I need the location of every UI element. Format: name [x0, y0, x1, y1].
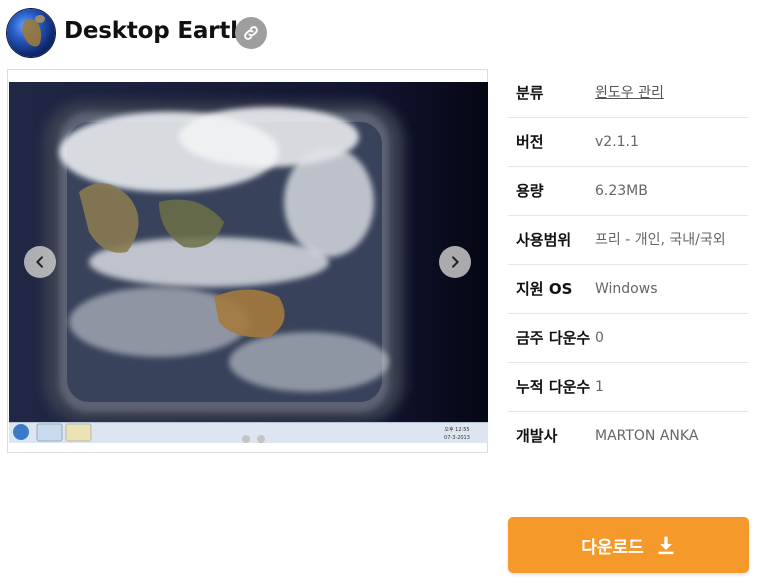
- info-row-total-downloads: 누적 다운수 1: [508, 363, 748, 412]
- info-label: 누적 다운수: [516, 378, 591, 396]
- screenshot-image: 오후 12:55 07-3-2013: [9, 82, 488, 443]
- info-value: MARTON ANKA: [595, 428, 699, 444]
- carousel-dots: [242, 435, 265, 443]
- info-value: 프리 - 개인, 국내/국외: [595, 232, 726, 248]
- carousel-prev-button[interactable]: [24, 246, 56, 278]
- app-title: Desktop Earth: [64, 18, 247, 44]
- category-link[interactable]: 윈도우 관리: [595, 81, 748, 105]
- info-row-size: 용량 6.23MB: [508, 167, 748, 216]
- download-label: 다운로드: [581, 537, 644, 558]
- info-row-weekly-downloads: 금주 다운수 0: [508, 314, 748, 363]
- carousel-dot-2[interactable]: [257, 435, 265, 443]
- chevron-right-icon: [452, 256, 459, 268]
- info-row-license: 사용범위 프리 - 개인, 국내/국외: [508, 216, 748, 265]
- info-row-developer: 개발사 MARTON ANKA: [508, 412, 748, 460]
- info-value: 1: [595, 379, 604, 395]
- taskbar-clock-time: 오후 12:55: [444, 427, 469, 433]
- info-row-version: 버전 v2.1.1: [508, 118, 748, 167]
- app-logo: [7, 9, 55, 57]
- chevron-left-icon: [36, 256, 43, 268]
- link-icon: [244, 26, 258, 40]
- download-button[interactable]: 다운로드: [508, 517, 749, 573]
- taskbar-clock-date: 07-3-2013: [444, 435, 470, 441]
- info-label: 사용범위: [516, 231, 572, 249]
- info-row-os: 지원 OS Windows: [508, 265, 748, 314]
- info-label: 개발사: [516, 427, 558, 445]
- info-value: 0: [595, 330, 604, 346]
- info-label: 버전: [516, 133, 544, 151]
- carousel-dot-1[interactable]: [242, 435, 250, 443]
- info-label: 금주 다운수: [516, 329, 591, 347]
- carousel-next-button[interactable]: [439, 246, 471, 278]
- app-info-table: 분류 윈도우 관리 버전 v2.1.1 용량 6.23MB 사용범위 프리 - …: [508, 69, 748, 460]
- info-label: 분류: [516, 84, 544, 102]
- screenshot-carousel: 오후 12:55 07-3-2013: [7, 69, 488, 453]
- info-label: 지원 OS: [516, 280, 573, 298]
- share-link-button[interactable]: [235, 17, 267, 49]
- info-row-category: 분류 윈도우 관리: [508, 69, 748, 118]
- info-value: v2.1.1: [595, 134, 639, 150]
- info-value: Windows: [595, 281, 658, 297]
- info-label: 용량: [516, 182, 544, 200]
- earth-globe-detail: [35, 15, 45, 23]
- info-value: 6.23MB: [595, 183, 648, 199]
- download-icon: [658, 536, 674, 555]
